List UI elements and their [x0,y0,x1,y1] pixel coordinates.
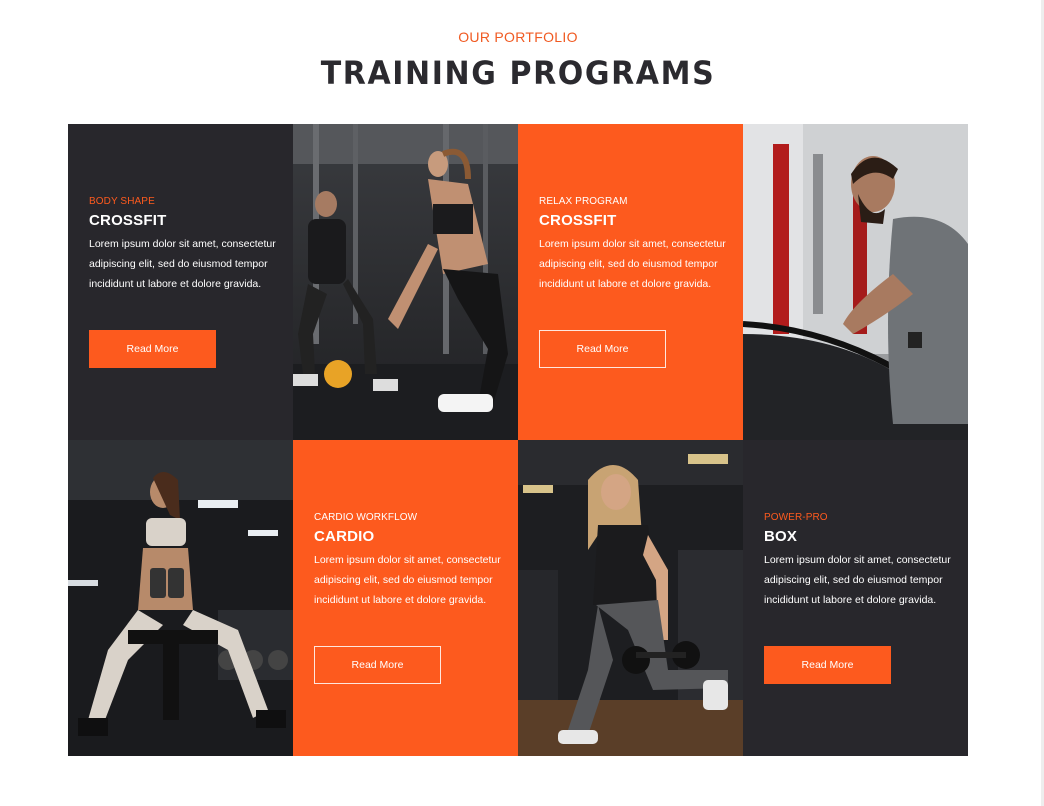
programs-grid: BODY SHAPE CROSSFIT Lorem ipsum dolor si… [68,124,968,756]
section-title: TRAINING PROGRAMS [320,54,716,93]
card-description: Lorem ipsum dolor sit amet, consectetur … [764,554,951,606]
photo-lunge-dumbbell [518,440,743,756]
card-text: POWER-PRO BOX Lorem ipsum dolor sit amet… [764,512,954,610]
card-subtitle: POWER-PRO [764,512,828,523]
read-more-button[interactable]: Read More [89,330,216,368]
card-subtitle: CARDIO WORKFLOW [314,512,418,523]
photo-kettlebell-training [293,124,518,440]
card-text: RELAX PROGRAM CROSSFIT Lorem ipsum dolor… [539,196,729,294]
card-title: CROSSFIT [89,212,167,229]
read-more-button[interactable]: Read More [764,646,891,684]
photo-seated-dumbbell [68,440,293,756]
card-text: BODY SHAPE CROSSFIT Lorem ipsum dolor si… [89,196,279,294]
section-subtitle: OUR PORTFOLIO [458,29,578,45]
card-description: Lorem ipsum dolor sit amet, consectetur … [539,238,726,290]
card-subtitle: RELAX PROGRAM [539,196,628,207]
photo-treadmill-runner [743,124,968,440]
card-title: CARDIO [314,528,375,545]
page: OUR PORTFOLIO TRAINING PROGRAMS BODY SHA… [0,0,1044,806]
program-card-crossfit-body-shape: BODY SHAPE CROSSFIT Lorem ipsum dolor si… [68,124,293,440]
card-description: Lorem ipsum dolor sit amet, consectetur … [89,238,276,290]
read-more-button[interactable]: Read More [539,330,666,368]
program-card-crossfit-relax: RELAX PROGRAM CROSSFIT Lorem ipsum dolor… [518,124,743,440]
card-title: BOX [764,528,798,545]
card-description: Lorem ipsum dolor sit amet, consectetur … [314,554,501,606]
program-card-cardio: CARDIO WORKFLOW CARDIO Lorem ipsum dolor… [293,440,518,756]
card-title: CROSSFIT [539,212,617,229]
card-subtitle: BODY SHAPE [89,196,155,207]
read-more-button[interactable]: Read More [314,646,441,684]
program-card-box: POWER-PRO BOX Lorem ipsum dolor sit amet… [743,440,968,756]
card-text: CARDIO WORKFLOW CARDIO Lorem ipsum dolor… [314,512,504,610]
